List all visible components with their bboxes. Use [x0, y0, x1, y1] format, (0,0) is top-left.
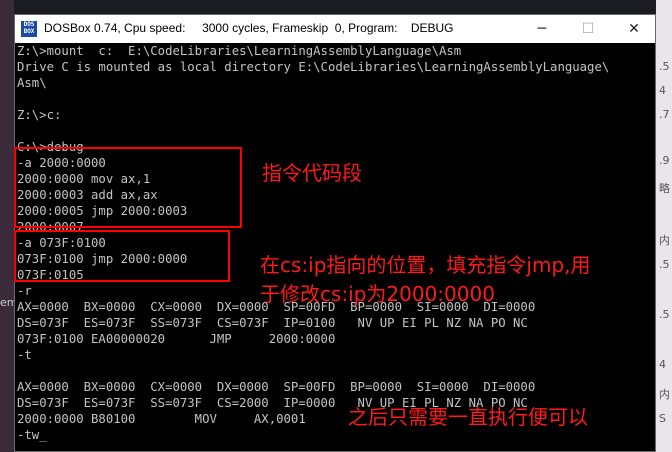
close-button[interactable]: ✕ [611, 15, 657, 43]
close-icon: ✕ [628, 21, 640, 37]
csip-highlight-box [14, 230, 230, 282]
background-text-fragment: .5 [659, 60, 670, 73]
annotation-later: 之后只需要一直执行便可以 [348, 405, 588, 429]
background-text-fragment: .5 [659, 308, 670, 321]
terminal-line: DS=073F ES=073F SS=073F CS=073F IP=0100 … [17, 316, 528, 330]
maximize-icon: ☐ [581, 21, 595, 37]
background-text-fragment: 4 [659, 84, 666, 97]
terminal-line: -tw_ [17, 428, 47, 442]
minimize-icon: ─ [537, 21, 547, 37]
terminal-line: -r [17, 284, 32, 298]
annotation-csip-line1: 在cs:ip指向的位置，填充指令jmp,用 [260, 253, 591, 277]
background-text-fragment: .7 [659, 108, 670, 121]
background-text-fragment: 内 [659, 388, 670, 401]
background-text-fragment: S [659, 412, 666, 425]
background-text-fragment: 略 [659, 182, 670, 195]
terminal-line: Drive C is mounted as local directory E:… [17, 60, 610, 74]
background-desktop-left: em [0, 0, 17, 452]
background-window-right: .5 4 .7 .9 略 内 .5 .5 4 内 S [656, 0, 672, 452]
code-segment-highlight-box [14, 147, 242, 228]
window-title: DOSBox 0.74, Cpu speed: 3000 cycles, Fra… [44, 21, 454, 35]
maximize-button[interactable]: ☐ [565, 15, 611, 43]
annotation-csip-line2: 于修改cs:ip为2000:0000 [260, 282, 495, 306]
terminal-line: Z:\>c: [17, 108, 62, 122]
title-bar[interactable]: DOS BOX DOSBox 0.74, Cpu speed: 3000 cyc… [15, 15, 655, 43]
terminal-line: Asm\ [17, 76, 47, 90]
background-text-fragment: 4 [659, 358, 666, 371]
terminal-line: AX=0000 BX=0000 CX=0000 DX=0000 SP=00FD … [17, 380, 536, 394]
annotation-code-segment: 指令代码段 [262, 161, 362, 185]
terminal-line: Z:\>mount c: E:\CodeLibraries\LearningAs… [17, 44, 462, 58]
background-text-fragment: .9 [659, 154, 670, 167]
terminal-line: 2000:0000 B80100 MOV AX,0001 [17, 412, 306, 426]
app-icon-label: DOS BOX [23, 21, 35, 35]
minimize-button[interactable]: ─ [519, 15, 565, 43]
terminal-line: -t [17, 348, 32, 362]
background-text-fragment: 内 [659, 234, 670, 247]
dosbox-app-icon[interactable]: DOS BOX [21, 21, 37, 37]
background-text-fragment: .5 [659, 258, 670, 271]
terminal-line: 073F:0100 EA00000020 JMP 2000:0000 [17, 332, 336, 346]
